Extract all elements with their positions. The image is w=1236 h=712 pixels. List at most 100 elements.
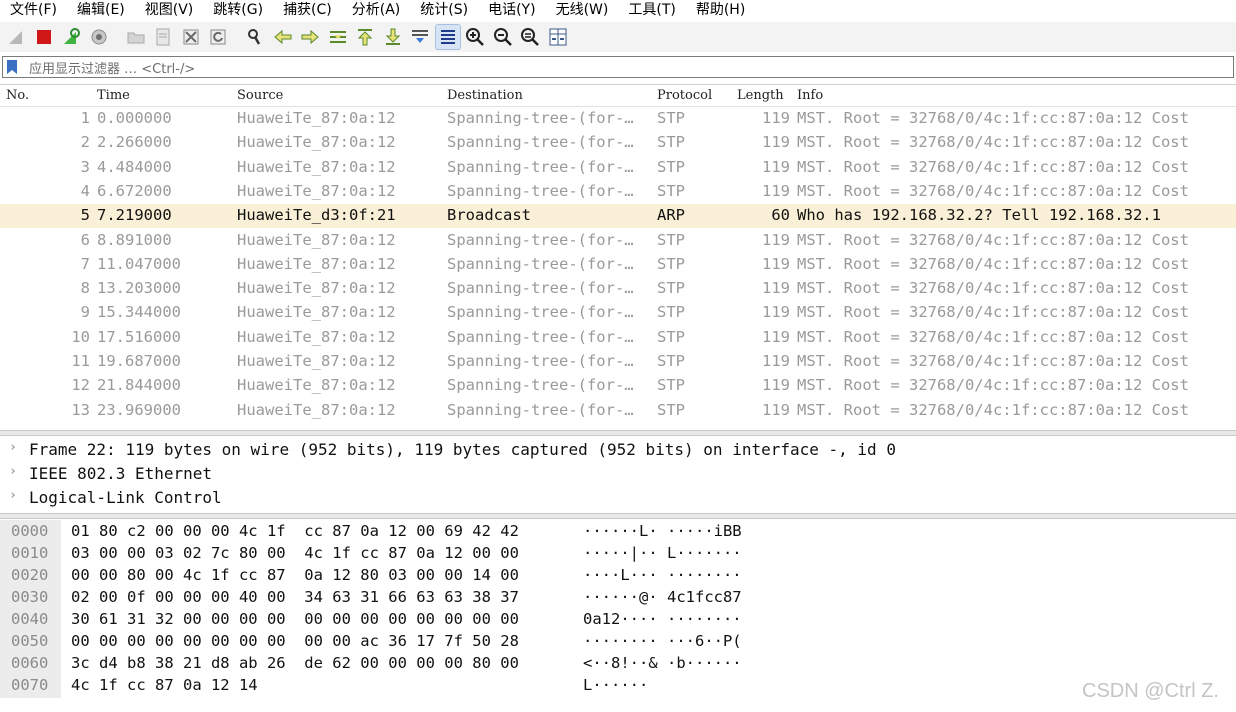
autoscroll-icon[interactable] bbox=[408, 25, 432, 49]
byte-offset[interactable]: 0050 bbox=[11, 632, 48, 650]
byte-ascii[interactable]: ······L· ·····iBB bbox=[583, 522, 742, 540]
pane-splitter[interactable] bbox=[0, 430, 1236, 436]
packet-row[interactable]: 1 0.000000 HuaweiTe_87:0a:12 Spanning-tree-… bbox=[0, 107, 1236, 131]
column-header-time[interactable]: Time bbox=[97, 88, 130, 103]
menu-item[interactable]: 捕获(C) bbox=[283, 1, 332, 19]
menu-item[interactable]: 跳转(G) bbox=[213, 1, 263, 19]
cell-protocol: STP bbox=[657, 133, 685, 152]
zoom-out-icon[interactable] bbox=[491, 25, 515, 49]
byte-ascii[interactable]: ······@· 4c1fcc87 bbox=[583, 588, 742, 606]
zoom-in-icon[interactable] bbox=[463, 25, 487, 49]
byte-hex[interactable]: 00 00 80 00 4c 1f cc 87 0a 12 80 03 00 0… bbox=[71, 566, 519, 584]
expand-arrow-icon[interactable]: › bbox=[9, 464, 17, 479]
menu-item[interactable]: 工具(T) bbox=[628, 1, 675, 19]
menu-item[interactable]: 文件(F) bbox=[10, 1, 57, 19]
detail-tree-item[interactable]: › Frame 22: 119 bytes on wire (952 bits),… bbox=[0, 438, 1236, 462]
packet-row[interactable]: 10 17.516000 HuaweiTe_87:0a:12 Spanning-tre… bbox=[0, 326, 1236, 350]
byte-hex[interactable]: 03 00 00 03 02 7c 80 00 4c 1f cc 87 0a 1… bbox=[71, 544, 519, 562]
column-header-no[interactable]: No. bbox=[6, 88, 29, 103]
column-header-protocol[interactable]: Protocol bbox=[657, 88, 712, 103]
cell-info: MST. Root = 32768/0/4c:1f:cc:87:0a:12 Co… bbox=[797, 376, 1189, 395]
bookmark-icon[interactable] bbox=[3, 57, 21, 77]
display-filter-bar[interactable]: 应用显示过滤器 … <Ctrl-/> bbox=[2, 56, 1234, 78]
packet-row[interactable]: 11 19.687000 HuaweiTe_87:0a:12 Spanning-tre… bbox=[0, 350, 1236, 374]
capture-options-icon[interactable] bbox=[87, 25, 111, 49]
stop-capture-icon[interactable] bbox=[32, 25, 56, 49]
reload-file-icon[interactable] bbox=[206, 25, 230, 49]
bytes-row: 0050 00 00 00 00 00 00 00 00 00 00 ac 36 … bbox=[0, 631, 1236, 653]
find-packet-icon[interactable] bbox=[243, 25, 267, 49]
packet-list[interactable]: No. Time Source Destination Protocol Len… bbox=[0, 84, 1236, 430]
packet-row[interactable]: 4 6.672000 HuaweiTe_87:0a:12 Spanning-tree-… bbox=[0, 180, 1236, 204]
cell-time: 17.516000 bbox=[97, 327, 181, 346]
first-packet-icon[interactable] bbox=[353, 25, 377, 49]
byte-ascii[interactable]: L······ bbox=[583, 676, 648, 694]
byte-ascii[interactable]: ·····|·· L······· bbox=[583, 544, 742, 562]
last-packet-icon[interactable] bbox=[381, 25, 405, 49]
go-back-icon[interactable] bbox=[271, 25, 295, 49]
go-forward-icon[interactable] bbox=[298, 25, 322, 49]
packet-row[interactable]: 8 13.203000 HuaweiTe_87:0a:12 Spanning-tree… bbox=[0, 277, 1236, 301]
cell-time: 13.203000 bbox=[97, 279, 181, 298]
expand-arrow-icon[interactable]: › bbox=[9, 488, 17, 503]
cell-destination: Broadcast bbox=[447, 206, 531, 225]
packet-row[interactable]: 9 15.344000 HuaweiTe_87:0a:12 Spanning-tree… bbox=[0, 301, 1236, 325]
cell-time: 21.844000 bbox=[97, 376, 181, 395]
byte-offset[interactable]: 0030 bbox=[11, 588, 48, 606]
menu-item[interactable]: 统计(S) bbox=[420, 1, 468, 19]
byte-offset[interactable]: 0020 bbox=[11, 566, 48, 584]
byte-hex[interactable]: 4c 1f cc 87 0a 12 14 bbox=[71, 676, 258, 694]
byte-hex[interactable]: 00 00 00 00 00 00 00 00 00 00 ac 36 17 7… bbox=[71, 632, 519, 650]
column-header-length[interactable]: Length bbox=[737, 88, 784, 103]
cell-no: 2 bbox=[80, 133, 90, 152]
byte-offset[interactable]: 0010 bbox=[11, 544, 48, 562]
menu-item[interactable]: 无线(W) bbox=[556, 1, 609, 19]
menu-item[interactable]: 分析(A) bbox=[352, 1, 401, 19]
display-filter-input[interactable]: 应用显示过滤器 … <Ctrl-/> bbox=[29, 58, 195, 77]
packet-row[interactable]: 13 23.969000 HuaweiTe_87:0a:12 Spanning-tre… bbox=[0, 399, 1236, 423]
byte-offset[interactable]: 0070 bbox=[11, 676, 48, 694]
cell-info: MST. Root = 32768/0/4c:1f:cc:87:0a:12 Co… bbox=[797, 352, 1189, 370]
go-to-packet-icon[interactable] bbox=[326, 25, 350, 49]
byte-hex[interactable]: 02 00 0f 00 00 00 40 00 34 63 31 66 63 6… bbox=[71, 588, 519, 606]
menu-item[interactable]: 视图(V) bbox=[145, 1, 194, 19]
detail-tree-item[interactable]: › IEEE 802.3 Ethernet bbox=[0, 462, 1236, 486]
cell-destination: Spanning-tree-(for-… bbox=[447, 376, 634, 395]
menu-item[interactable]: 电话(Y) bbox=[488, 1, 535, 19]
shark-fin-start-icon[interactable] bbox=[4, 25, 28, 49]
byte-hex[interactable]: 3c d4 b8 38 21 d8 ab 26 de 62 00 00 00 0… bbox=[71, 654, 519, 672]
colorize-icon[interactable] bbox=[434, 24, 461, 50]
byte-ascii[interactable]: ········ ···6··P( bbox=[583, 632, 742, 650]
packet-row[interactable]: 6 8.891000 HuaweiTe_87:0a:12 Spanning-tree-… bbox=[0, 229, 1236, 253]
save-file-icon[interactable] bbox=[151, 25, 175, 49]
menu-item[interactable]: 帮助(H) bbox=[696, 1, 745, 19]
expand-arrow-icon[interactable]: › bbox=[9, 440, 17, 455]
packet-row-selected[interactable]: 5 7.219000 HuaweiTe_d3:0f:21 Broadcast ARP 60… bbox=[0, 204, 1236, 229]
packet-row[interactable]: 2 2.266000 HuaweiTe_87:0a:12 Spanning-tree-… bbox=[0, 131, 1236, 155]
column-header-info[interactable]: Info bbox=[797, 88, 823, 103]
column-header-destination[interactable]: Destination bbox=[447, 88, 523, 103]
detail-tree-item[interactable]: › Logical-Link Control bbox=[0, 486, 1236, 510]
menu-item[interactable]: 编辑(E) bbox=[77, 1, 125, 19]
cell-info: MST. Root = 32768/0/4c:1f:cc:87:0a:12 Co… bbox=[797, 133, 1189, 152]
packet-row[interactable]: 7 11.047000 HuaweiTe_87:0a:12 Spanning-tree… bbox=[0, 253, 1236, 277]
byte-hex[interactable]: 30 61 31 32 00 00 00 00 00 00 00 00 00 0… bbox=[71, 610, 519, 628]
byte-ascii[interactable]: 0a12···· ········ bbox=[583, 610, 742, 628]
packet-row[interactable]: 3 4.484000 HuaweiTe_87:0a:12 Spanning-tree-… bbox=[0, 156, 1236, 180]
column-header-source[interactable]: Source bbox=[237, 88, 283, 103]
resize-columns-icon[interactable] bbox=[546, 25, 570, 49]
cell-info: MST. Root = 32768/0/4c:1f:cc:87:0a:12 Co… bbox=[797, 303, 1189, 322]
packet-row[interactable]: 12 21.844000 HuaweiTe_87:0a:12 Spanning-tre… bbox=[0, 374, 1236, 398]
normal-size-icon[interactable] bbox=[518, 25, 542, 49]
cell-length: 119 bbox=[762, 254, 790, 273]
pane-splitter[interactable] bbox=[0, 513, 1236, 519]
byte-offset[interactable]: 0000 bbox=[11, 522, 48, 540]
byte-ascii[interactable]: <··8!··& ·b······ bbox=[583, 654, 742, 672]
byte-offset[interactable]: 0060 bbox=[11, 654, 48, 672]
byte-ascii[interactable]: ····L··· ········ bbox=[583, 566, 742, 584]
restart-capture-icon[interactable] bbox=[59, 25, 83, 49]
close-file-icon[interactable] bbox=[179, 25, 203, 49]
open-file-icon[interactable] bbox=[124, 25, 148, 49]
byte-offset[interactable]: 0040 bbox=[11, 610, 48, 628]
byte-hex[interactable]: 01 80 c2 00 00 00 4c 1f cc 87 0a 12 00 6… bbox=[71, 522, 519, 540]
